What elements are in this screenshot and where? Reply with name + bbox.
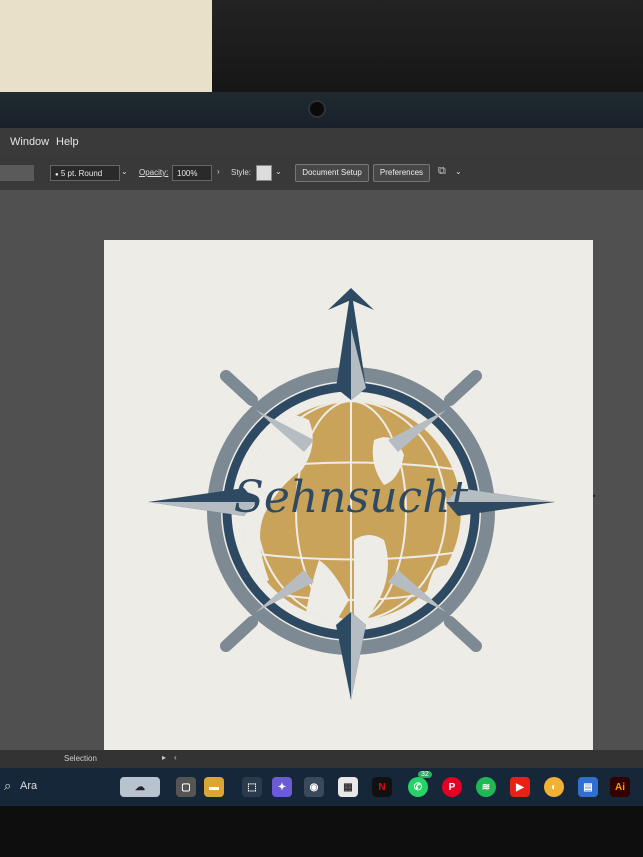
chevron-left-icon[interactable]: ‹ (174, 753, 177, 762)
wheel-handle (220, 616, 258, 652)
room-background (0, 0, 643, 96)
photos-icon[interactable]: ◐ (544, 777, 564, 797)
stroke-profile-value: 5 pt. Round (60, 169, 103, 178)
chevron-down-icon[interactable]: ⌄ (121, 167, 128, 176)
menu-bar: Window Help (0, 128, 643, 156)
youtube-icon[interactable]: ▶ (510, 777, 530, 797)
style-label: Style: (231, 168, 252, 177)
artboard[interactable]: Sehnsucht (104, 240, 593, 750)
menu-help[interactable]: Help (56, 136, 79, 148)
store-icon[interactable]: ▦ (338, 777, 358, 797)
document-setup-button[interactable]: Document Setup (295, 164, 369, 182)
style-swatch[interactable] (256, 165, 272, 181)
camera-icon[interactable]: ◉ (304, 777, 324, 797)
chevron-down-icon[interactable]: ⌄ (275, 167, 282, 176)
illustrator-icon[interactable]: Ai (610, 777, 630, 797)
preferences-button[interactable]: Preferences (373, 164, 430, 182)
weather-widget-icon[interactable]: ☁ (120, 777, 160, 797)
whatsapp-badge: 32 (418, 771, 432, 778)
file-explorer-icon[interactable]: ▬ (204, 777, 224, 797)
netflix-icon[interactable]: N (372, 777, 392, 797)
app-icon[interactable]: ⬚ (242, 777, 262, 797)
stroke-weight-field[interactable] (0, 165, 34, 181)
wheel-handle (444, 616, 482, 652)
play-icon[interactable]: ▸ (162, 753, 166, 762)
compass-logo: Sehnsucht (148, 288, 555, 700)
menu-window[interactable]: Window (10, 136, 49, 148)
opacity-label: Opacity: (139, 168, 169, 177)
task-view-icon[interactable]: ▢ (176, 777, 196, 797)
status-bar: Selection ▸ ‹ (0, 750, 643, 768)
whatsapp-icon[interactable]: ✆ (408, 777, 428, 797)
webcam-icon (308, 100, 326, 118)
opacity-input[interactable]: 100% (172, 165, 212, 181)
taskbar: ⌕ Ara ☁ ▢ ▬ ⬚ ✦ ◉ ▦ N ✆ 32 P ≋ ▶ ◐ ▤ Ai (0, 768, 643, 806)
arrange-icon[interactable]: ⧉ (438, 165, 446, 178)
stroke-profile-select[interactable]: ● 5 pt. Round (50, 165, 120, 181)
chevron-right-icon[interactable]: › (217, 167, 220, 176)
dot-icon: ● (55, 172, 59, 178)
paper-on-wall (0, 0, 212, 92)
dark-wall (212, 0, 643, 92)
copilot-icon[interactable]: ✦ (272, 777, 292, 797)
logo-title: Sehnsucht (234, 472, 469, 523)
chevron-down-icon[interactable]: ⌄ (455, 167, 462, 176)
control-bar: ● 5 pt. Round ⌄ Opacity: 100% › Style: ⌄… (0, 156, 643, 191)
pinterest-icon[interactable]: P (442, 777, 462, 797)
spotify-icon[interactable]: ≋ (476, 777, 496, 797)
app-icon[interactable]: ▤ (578, 777, 598, 797)
wheel-handle (220, 370, 258, 406)
search-icon[interactable]: ⌕ (4, 778, 11, 794)
search-box[interactable]: Ara (20, 780, 37, 792)
screen: Window Help ● 5 pt. Round ⌄ Opacity: 100… (0, 128, 643, 768)
monitor-bottom-bezel (0, 806, 643, 857)
wheel-handle (444, 370, 482, 406)
current-tool-label: Selection (64, 754, 97, 763)
